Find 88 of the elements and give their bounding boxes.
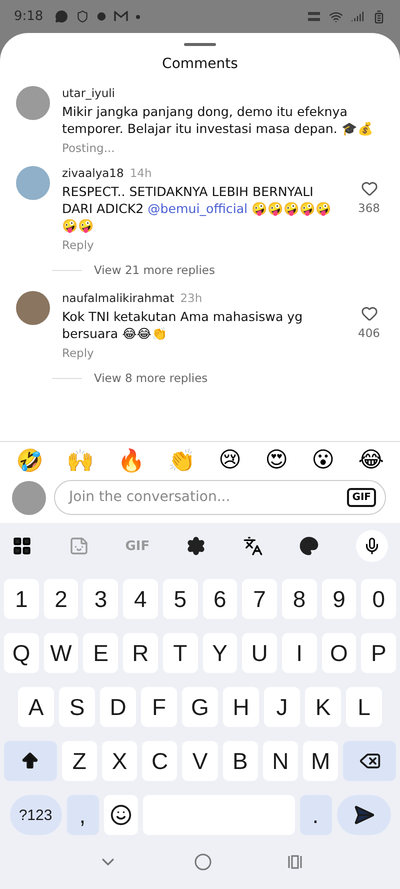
keyboard-key[interactable]: K (305, 687, 341, 727)
keyboard-key[interactable]: 5 (162, 579, 198, 619)
heart-icon[interactable] (360, 180, 378, 197)
avatar[interactable] (16, 291, 50, 325)
drag-handle[interactable] (184, 43, 216, 46)
comment-time: 23h (180, 291, 202, 305)
username[interactable]: utar_iyuli (62, 86, 116, 100)
username[interactable]: zivaalya18 (62, 166, 124, 180)
mail-icon (114, 11, 128, 22)
keyboard-key[interactable]: 0 (361, 579, 396, 619)
keyboard-key[interactable]: C (142, 741, 178, 781)
battery-icon (372, 10, 386, 24)
emoji-reaction[interactable]: 😮 (312, 448, 335, 474)
keyboard-key[interactable]: 1 (4, 579, 39, 619)
keyboard-key[interactable]: F (141, 687, 177, 727)
keyboard-key[interactable]: E (83, 633, 118, 673)
sheet-title: Comments (161, 56, 239, 72)
reply-link[interactable]: Posting... (62, 141, 115, 155)
keyboard-key[interactable]: 3 (83, 579, 118, 619)
keyboard-key[interactable]: L (346, 687, 382, 727)
keyboard-key[interactable]: , (66, 795, 98, 835)
keyboard-key[interactable]: B (222, 741, 258, 781)
keyboard-key[interactable]: 4 (123, 579, 158, 619)
username[interactable]: naufalmalikirahmat (62, 291, 174, 305)
keyboard-key[interactable]: T (162, 633, 198, 673)
shift-icon (20, 751, 40, 771)
chat-bubble-icon (55, 10, 68, 23)
reply-link[interactable]: Reply (62, 346, 94, 360)
keyboard-key[interactable]: P (361, 633, 396, 673)
view-replies-link[interactable]: View 8 more replies (94, 371, 208, 385)
keyboard-key[interactable]: X (102, 741, 138, 781)
mic-button[interactable] (356, 530, 388, 562)
keyboard-key[interactable]: O (322, 633, 356, 673)
send-icon (352, 804, 374, 826)
keyboard-key[interactable]: 2 (44, 579, 78, 619)
keyboard-key[interactable]: J (264, 687, 300, 727)
keyboard-key[interactable]: G (182, 687, 218, 727)
gif-button[interactable]: GIF (347, 488, 376, 507)
translate-icon[interactable] (242, 536, 263, 556)
keyboard-key[interactable]: 9 (322, 579, 356, 619)
shield-icon (76, 10, 90, 23)
comment-time: 14h (130, 166, 152, 180)
like-count: 368 (358, 201, 380, 215)
home-icon[interactable] (194, 853, 212, 871)
emoji-key[interactable] (104, 795, 138, 835)
smiley-icon (110, 804, 132, 826)
wifi-icon (329, 10, 343, 24)
send-key[interactable] (336, 795, 390, 835)
circle-icon (97, 12, 106, 21)
symbols-key[interactable]: ?123 (10, 795, 62, 835)
keyboard-key[interactable]: U (242, 633, 277, 673)
keyboard-key[interactable]: Z (62, 741, 97, 781)
keyboard-key[interactable]: M (303, 741, 338, 781)
status-time: 9:18 (14, 9, 44, 24)
keyboard-key[interactable]: Q (4, 633, 39, 673)
avatar (12, 480, 46, 514)
comment-text: Kok TNI ketakutan Ama mahasiswa yg bersuara 😂😂👏 (62, 308, 304, 342)
keyboard-key[interactable]: I (282, 633, 317, 673)
view-replies-link[interactable]: View 21 more replies (94, 263, 215, 277)
heart-icon[interactable] (360, 305, 378, 322)
shift-key[interactable] (4, 741, 57, 781)
emoji-reaction[interactable]: 😂 (358, 448, 384, 474)
backspace-key[interactable] (343, 741, 396, 781)
emoji-reaction[interactable]: 😍 (265, 448, 288, 474)
keyboard-key[interactable]: D (100, 687, 136, 727)
keyboard-key[interactable]: . (300, 795, 332, 835)
comment-text: Mikir jangka panjang dong, demo itu efeknya temporer. Belajar itu investasi masa depan. 🎓💰 (62, 103, 374, 137)
comment-text: RESPECT.. SETIDAKNYA LEBIH BERNYALI DARI ADICK2 @bemui_official 🤪🤪🤪🤪🤪🤪🤪 (62, 183, 333, 234)
keyboard-key[interactable]: V (182, 741, 218, 781)
keyboard-key[interactable]: N (262, 741, 298, 781)
keyboard-key[interactable]: 6 (202, 579, 238, 619)
recents-icon[interactable] (288, 854, 302, 870)
mention-link[interactable]: @bemui_official (148, 201, 248, 216)
keyboard-key[interactable]: Y (202, 633, 238, 673)
avatar[interactable] (16, 86, 50, 120)
emoji-reaction[interactable]: 😢 (218, 448, 242, 474)
keyboard-key[interactable]: W (44, 633, 78, 673)
keyboard-key[interactable]: S (59, 687, 95, 727)
palette-icon[interactable] (299, 536, 320, 556)
dot-icon (136, 14, 140, 18)
keyboard-key[interactable]: H (223, 687, 259, 727)
keyboard-key[interactable]: A (18, 687, 54, 727)
apps-grid-icon[interactable] (12, 536, 32, 556)
keyboard-key[interactable]: R (123, 633, 158, 673)
like-count: 406 (358, 326, 380, 340)
keyboard-key[interactable]: 8 (282, 579, 317, 619)
reply-link[interactable]: Reply (62, 238, 94, 252)
keyboard-key[interactable]: 7 (242, 579, 277, 619)
